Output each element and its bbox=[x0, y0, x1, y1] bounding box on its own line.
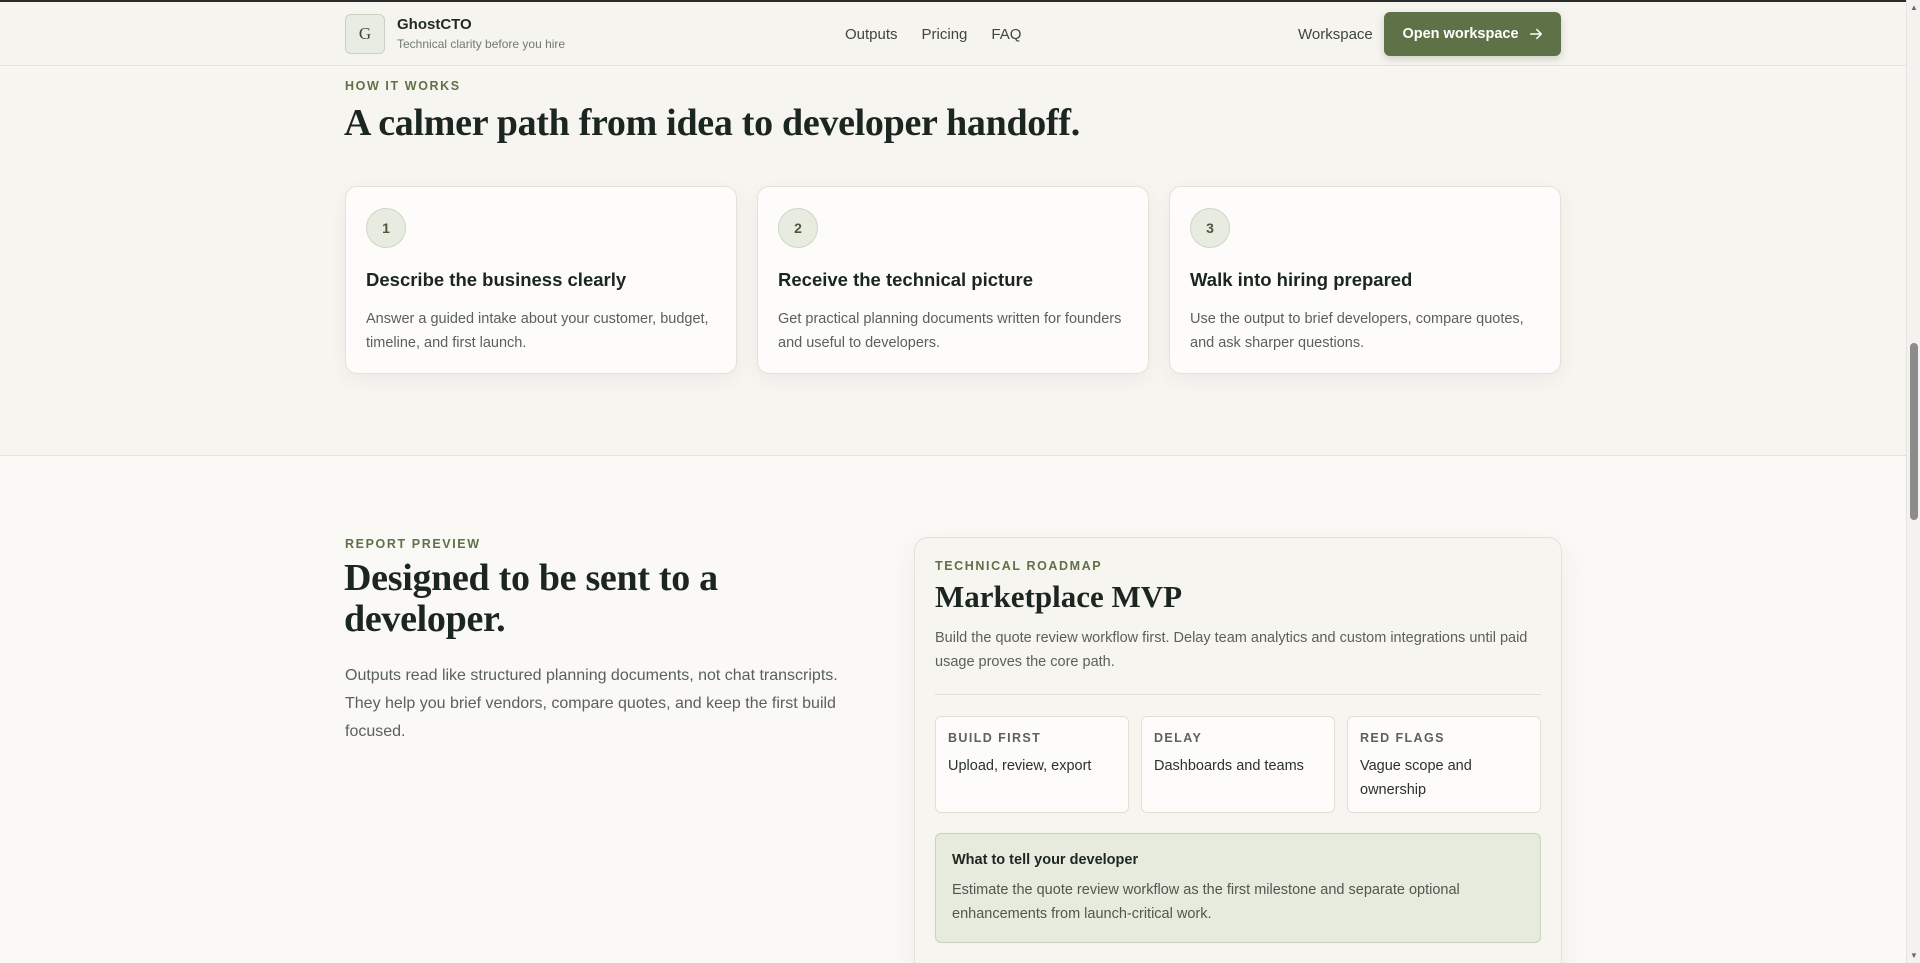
step-description: Get practical planning documents written… bbox=[778, 311, 1122, 351]
step-title: Walk into hiring prepared bbox=[1190, 269, 1413, 290]
page-scrollbar[interactable]: ▲ ▼ bbox=[1906, 0, 1920, 963]
scroll-down-arrow-icon[interactable]: ▼ bbox=[1910, 951, 1918, 960]
step-number-badge: 1 bbox=[366, 208, 406, 248]
step-number-badge: 3 bbox=[1190, 208, 1230, 248]
report-title: Marketplace MVP bbox=[935, 579, 1183, 614]
step-description: Use the output to brief developers, comp… bbox=[1190, 311, 1524, 351]
nav-link-pricing[interactable]: Pricing bbox=[922, 26, 968, 43]
red-flags-card: RED FLAGS Vague scope and ownership bbox=[1347, 716, 1541, 813]
build-first-card: BUILD FIRST Upload, review, export bbox=[935, 716, 1129, 813]
brand-logo: G bbox=[345, 14, 385, 54]
workspace-link[interactable]: Workspace bbox=[1298, 26, 1373, 43]
delay-label: DELAY bbox=[1154, 731, 1203, 745]
developer-note-callout: What to tell your developer Estimate the… bbox=[935, 833, 1541, 943]
red-flags-text: Vague scope and ownership bbox=[1360, 758, 1472, 798]
brand-name: GhostCTO bbox=[397, 16, 472, 33]
report-divider bbox=[935, 694, 1541, 695]
delay-text: Dashboards and teams bbox=[1154, 758, 1304, 774]
brand[interactable]: G GhostCTO Technical clarity before you … bbox=[345, 14, 565, 54]
nav-link-faq[interactable]: FAQ bbox=[991, 26, 1021, 43]
report-card: TECHNICAL ROADMAP Marketplace MVP Build … bbox=[914, 537, 1562, 963]
report-preview-eyebrow: REPORT PREVIEW bbox=[345, 537, 481, 551]
build-first-text: Upload, review, export bbox=[948, 758, 1092, 774]
step-title: Receive the technical picture bbox=[778, 269, 1033, 290]
report-preview-description: Outputs read like structured planning do… bbox=[345, 667, 838, 740]
step-card-2: 2 Receive the technical picture Get prac… bbox=[757, 186, 1149, 374]
brand-text: GhostCTO Technical clarity before you hi… bbox=[397, 16, 565, 52]
nav-link-outputs[interactable]: Outputs bbox=[845, 26, 898, 43]
step-card-3: 3 Walk into hiring prepared Use the outp… bbox=[1169, 186, 1561, 374]
site-header: G GhostCTO Technical clarity before you … bbox=[0, 2, 1906, 66]
main-nav: Outputs Pricing FAQ bbox=[845, 26, 1021, 43]
report-description: Build the quote review workflow first. D… bbox=[935, 630, 1528, 670]
step-card-1: 1 Describe the business clearly Answer a… bbox=[345, 186, 737, 374]
scrollbar-thumb[interactable] bbox=[1910, 343, 1918, 520]
build-first-label: BUILD FIRST bbox=[948, 731, 1042, 745]
delay-card: DELAY Dashboards and teams bbox=[1141, 716, 1335, 813]
report-preview-title: Designed to be sent to a developer. bbox=[344, 557, 718, 640]
step-title: Describe the business clearly bbox=[366, 269, 627, 290]
arrow-right-icon bbox=[1529, 28, 1542, 40]
how-it-works-section: HOW IT WORKS A calmer path from idea to … bbox=[0, 67, 1906, 456]
step-number-badge: 2 bbox=[778, 208, 818, 248]
open-workspace-button[interactable]: Open workspace bbox=[1384, 12, 1561, 56]
step-description: Answer a guided intake about your custom… bbox=[366, 311, 709, 351]
open-workspace-label: Open workspace bbox=[1402, 26, 1519, 42]
brand-tagline: Technical clarity before you hire bbox=[397, 37, 566, 51]
report-eyebrow: TECHNICAL ROADMAP bbox=[935, 559, 1103, 573]
developer-note-title: What to tell your developer bbox=[952, 852, 1139, 868]
scroll-up-arrow-icon[interactable]: ▲ bbox=[1910, 3, 1918, 12]
red-flags-label: RED FLAGS bbox=[1360, 731, 1445, 745]
developer-note-text: Estimate the quote review workflow as th… bbox=[952, 882, 1460, 922]
how-it-works-eyebrow: HOW IT WORKS bbox=[345, 79, 461, 93]
how-it-works-title: A calmer path from idea to developer han… bbox=[344, 102, 1080, 144]
